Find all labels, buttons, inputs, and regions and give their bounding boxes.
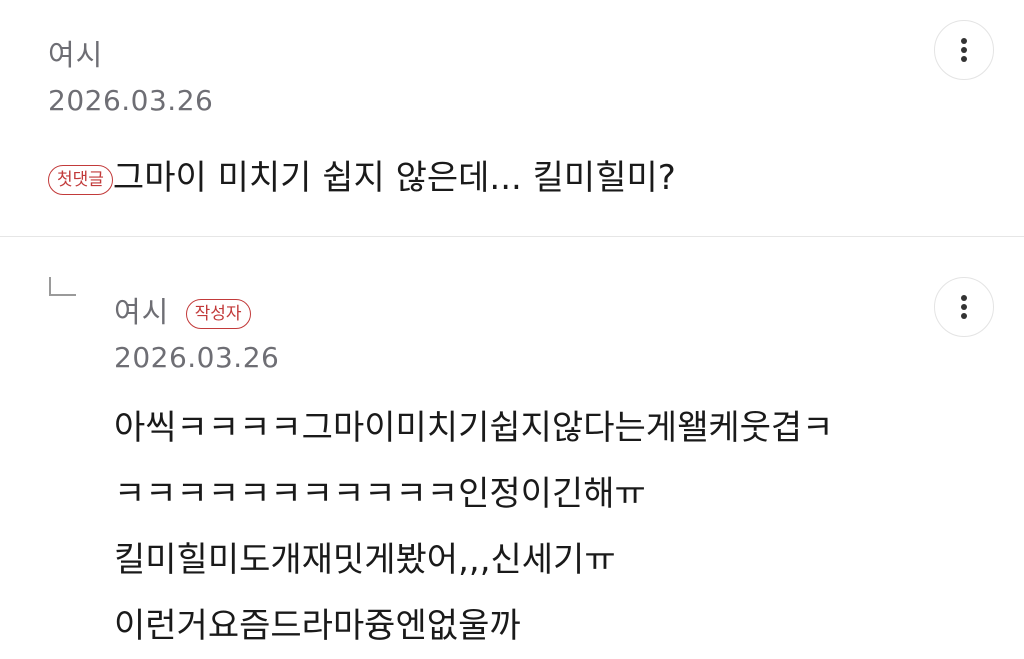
comment-line: 킬미힐미도개재밋게봤어,,,신세기ㅠ — [114, 540, 616, 580]
reply-arrow-icon — [49, 277, 76, 296]
comment-line: ㅋㅋㅋㅋㅋㅋㅋㅋㅋㅋㅋ인정이긴해ㅠ — [114, 474, 646, 514]
comment-body: 첫댓글 그마이 미치기 쉽지 않은데... 킬미힐미? — [48, 150, 676, 199]
reply-comment-item: 여시 작성자 2026.03.26 아씩ㅋㅋㅋㅋ그마이미치기쉽지않다는게왤케웃겹… — [0, 237, 1024, 658]
comment-body: 아씩ㅋㅋㅋㅋ그마이미치기쉽지않다는게왤케웃겹ㅋ ㅋㅋㅋㅋㅋㅋㅋㅋㅋㅋㅋ인정이긴해… — [114, 395, 833, 659]
comment-author[interactable]: 여시 — [48, 32, 103, 74]
first-comment-badge: 첫댓글 — [48, 164, 113, 195]
author-badge: 작성자 — [185, 299, 251, 329]
comment-date: 2026.03.26 — [114, 341, 280, 374]
comment-author-row: 여시 작성자 — [114, 289, 251, 331]
comment-author[interactable]: 여시 — [114, 295, 169, 329]
more-options-button[interactable] — [934, 20, 994, 80]
comment-item: 여시 2026.03.26 첫댓글 그마이 미치기 쉽지 않은데... 킬미힐미? — [0, 0, 1024, 236]
more-vertical-icon — [961, 295, 967, 319]
comment-line: 이런거요즘드라마즁엔없울까 — [114, 606, 521, 646]
comment-line: 아씩ㅋㅋㅋㅋ그마이미치기쉽지않다는게왤케웃겹ㅋ — [114, 408, 834, 448]
more-options-button[interactable] — [934, 277, 994, 337]
more-vertical-icon — [961, 38, 967, 62]
comment-text: 그마이 미치기 쉽지 않은데... 킬미힐미? — [112, 158, 676, 198]
comment-date: 2026.03.26 — [48, 84, 214, 117]
